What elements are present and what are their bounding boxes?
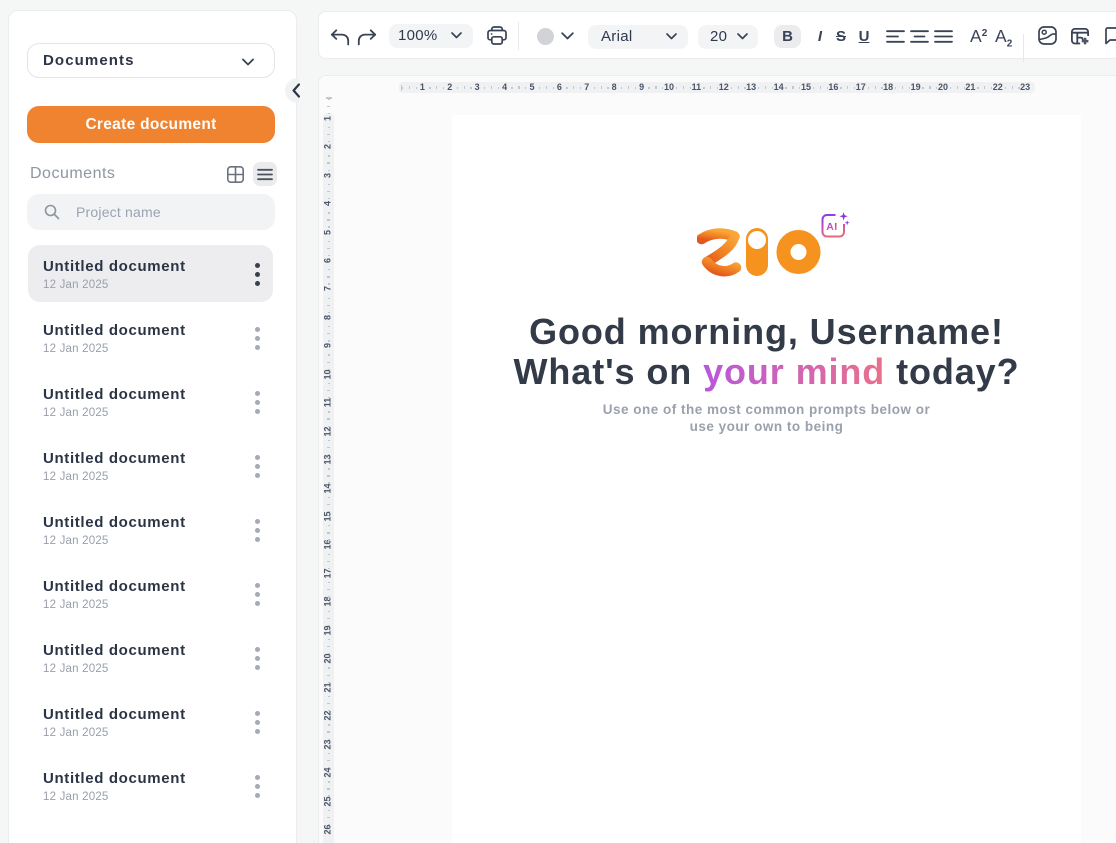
svg-text:AI: AI — [826, 221, 837, 233]
